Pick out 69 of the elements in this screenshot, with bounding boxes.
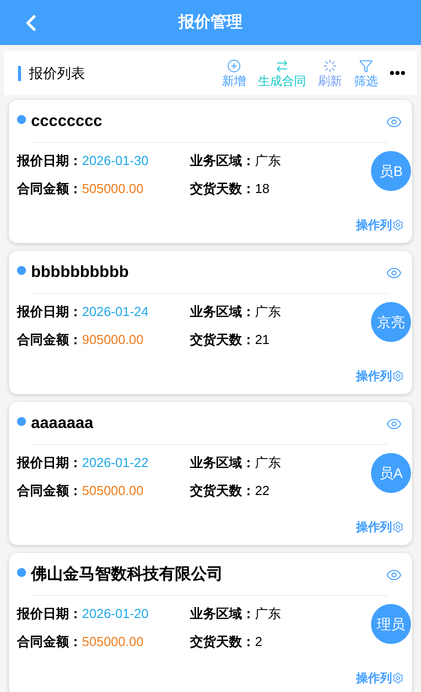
view-button[interactable] — [386, 114, 402, 130]
settings-icon — [392, 370, 404, 382]
region-value: 广东 — [255, 455, 281, 471]
field-label: 合同金额： — [17, 483, 82, 499]
more-button[interactable] — [390, 71, 405, 75]
view-button[interactable] — [386, 265, 402, 281]
view-button[interactable] — [386, 567, 402, 583]
toolbar-button[interactable]: 新增 — [222, 59, 246, 87]
region-value: 广东 — [255, 153, 281, 169]
card-title: aaaaaaa — [31, 414, 94, 434]
field-label: 报价日期： — [17, 304, 82, 320]
field-label: 业务区域： — [190, 606, 255, 622]
view-button[interactable] — [386, 416, 402, 432]
amount-value: 905000.00 — [82, 332, 144, 348]
avatar: 理员 — [371, 604, 411, 644]
actions-link[interactable]: 操作列 — [356, 367, 404, 385]
field-label: 交货天数： — [190, 483, 255, 499]
refresh-icon — [323, 59, 337, 73]
accent-bar — [18, 66, 21, 80]
field-label: 报价日期： — [17, 606, 82, 622]
field-label: 交货天数： — [190, 634, 255, 650]
card-title: bbbbbbbbbb — [31, 263, 129, 283]
actions-link[interactable]: 操作列 — [356, 669, 404, 687]
field-label: 报价日期： — [17, 455, 82, 471]
page-title: 报价管理 — [178, 12, 242, 32]
date-value: 2026-01-20 — [82, 606, 148, 622]
field-label: 合同金额： — [17, 181, 82, 197]
field-label: 合同金额： — [17, 634, 82, 650]
settings-icon — [392, 219, 404, 231]
field-label: 合同金额： — [17, 332, 82, 348]
eye-icon — [386, 265, 402, 281]
more-icon — [390, 71, 405, 75]
field-label: 报价日期： — [17, 153, 82, 169]
field-label: 交货天数： — [190, 332, 255, 348]
settings-icon — [392, 672, 404, 684]
card-title: cccccccc — [31, 112, 102, 132]
field-label: 业务区域： — [190, 304, 255, 320]
field-label: 交货天数： — [190, 181, 255, 197]
arrows-icon — [275, 59, 289, 73]
field-label: 业务区域： — [190, 455, 255, 471]
actions-link[interactable]: 操作列 — [356, 216, 404, 234]
amount-value: 505000.00 — [82, 634, 144, 650]
days-value: 2 — [255, 634, 262, 650]
field-label: 业务区域： — [190, 153, 255, 169]
avatar: 京亮 — [371, 302, 411, 342]
plus-circle-icon — [227, 59, 241, 73]
toolbar-button[interactable]: 生成合同 — [258, 59, 306, 87]
avatar: 员B — [371, 151, 411, 191]
settings-icon — [392, 521, 404, 533]
days-value: 21 — [255, 332, 270, 348]
date-value: 2026-01-22 — [82, 455, 148, 471]
amount-value: 505000.00 — [82, 181, 144, 197]
date-value: 2026-01-24 — [82, 304, 148, 320]
amount-value: 505000.00 — [82, 483, 144, 499]
toolbar-button[interactable]: 筛选 — [354, 59, 378, 87]
days-value: 18 — [255, 181, 270, 197]
days-value: 22 — [255, 483, 270, 499]
actions-link[interactable]: 操作列 — [356, 518, 404, 536]
eye-icon — [386, 567, 402, 583]
region-value: 广东 — [255, 304, 281, 320]
card-title: 佛山金马智数科技有限公司 — [31, 564, 223, 585]
toolbar-title: 报价列表 — [29, 64, 85, 82]
eye-icon — [386, 416, 402, 432]
eye-icon — [386, 114, 402, 130]
filter-icon — [359, 59, 373, 73]
region-value: 广东 — [255, 606, 281, 622]
avatar: 员A — [371, 453, 411, 493]
date-value: 2026-01-30 — [82, 153, 148, 169]
toolbar-button[interactable]: 刷新 — [318, 59, 342, 87]
